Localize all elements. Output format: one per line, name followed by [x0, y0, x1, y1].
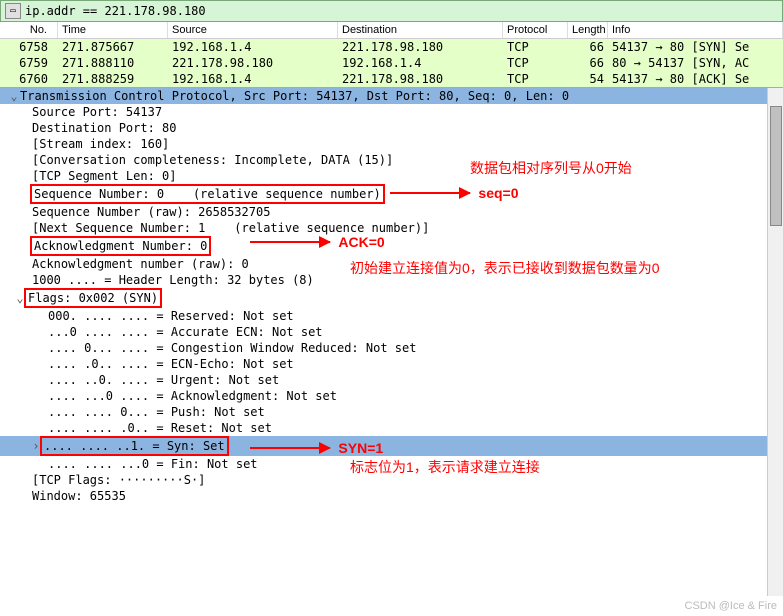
col-length[interactable]: Length [568, 22, 608, 38]
watermark: CSDN @Ice & Fire [685, 600, 777, 612]
packet-list: No. Time Source Destination Protocol Len… [0, 22, 783, 88]
col-time[interactable]: Time [58, 22, 168, 38]
col-info[interactable]: Info [608, 22, 783, 38]
col-source[interactable]: Source [168, 22, 338, 38]
field-seglen[interactable]: [TCP Segment Len: 0] [0, 168, 783, 184]
packet-row[interactable]: 6759 271.888110 221.178.98.180 192.168.1… [0, 55, 783, 71]
field-dstport[interactable]: Destination Port: 80 [0, 120, 783, 136]
bookmark-icon[interactable]: ▭ [5, 3, 21, 19]
annotation-ack-note: 初始建立连接值为0，表示已接收到数据包数量为0 [350, 258, 660, 278]
packet-row[interactable]: 6760 271.888259 192.168.1.4 221.178.98.1… [0, 71, 783, 87]
packet-details[interactable]: ⌄Transmission Control Protocol, Src Port… [0, 88, 783, 596]
col-no[interactable]: No. [0, 22, 58, 38]
packet-list-header: No. Time Source Destination Protocol Len… [0, 22, 783, 39]
filter-bar: ▭ ip.addr == 221.178.98.180 [0, 0, 783, 22]
flag-cwr[interactable]: .... 0... .... = Congestion Window Reduc… [0, 340, 783, 356]
packet-row[interactable]: 6758 271.875667 192.168.1.4 221.178.98.1… [0, 39, 783, 55]
flags-highlight: Flags: 0x002 (SYN) [24, 288, 162, 308]
scrollbar-thumb[interactable] [770, 106, 782, 226]
flag-ack[interactable]: .... ...0 .... = Acknowledgment: Not set [0, 388, 783, 404]
col-destination[interactable]: Destination [338, 22, 503, 38]
flag-ece[interactable]: .... .0.. .... = ECN-Echo: Not set [0, 356, 783, 372]
flag-reserved[interactable]: 000. .... .... = Reserved: Not set [0, 308, 783, 324]
annotation-ack-arrow: ACK=0 [250, 234, 385, 250]
annotation-seq-note: 数据包相对序列号从0开始 [470, 158, 632, 178]
field-flags[interactable]: ⌄Flags: 0x002 (SYN) [0, 288, 783, 308]
flag-urg[interactable]: .... ..0. .... = Urgent: Not set [0, 372, 783, 388]
syn-highlight: .... .... ..1. = Syn: Set [40, 436, 229, 456]
field-window[interactable]: Window: 65535 [0, 488, 783, 504]
expand-icon[interactable]: ⌄ [8, 88, 20, 104]
flag-psh[interactable]: .... .... 0... = Push: Not set [0, 404, 783, 420]
flag-syn[interactable]: ›.... .... ..1. = Syn: Set [0, 436, 783, 456]
filter-input[interactable]: ip.addr == 221.178.98.180 [25, 4, 206, 18]
scrollbar[interactable] [767, 88, 783, 596]
col-protocol[interactable]: Protocol [503, 22, 568, 38]
field-conv[interactable]: [Conversation completeness: Incomplete, … [0, 152, 783, 168]
ack-highlight: Acknowledgment Number: 0 [30, 236, 211, 256]
seq-highlight: Sequence Number: 0 (relative sequence nu… [30, 184, 385, 204]
flag-rst[interactable]: .... .... .0.. = Reset: Not set [0, 420, 783, 436]
field-nextseq[interactable]: [Next Sequence Number: 1 (relative seque… [0, 220, 783, 236]
field-stream[interactable]: [Stream index: 160] [0, 136, 783, 152]
flag-ae[interactable]: ...0 .... .... = Accurate ECN: Not set [0, 324, 783, 340]
field-srcport[interactable]: Source Port: 54137 [0, 104, 783, 120]
field-acknum[interactable]: Acknowledgment Number: 0 [0, 236, 783, 256]
field-seqraw[interactable]: Sequence Number (raw): 2658532705 [0, 204, 783, 220]
protocol-header[interactable]: ⌄Transmission Control Protocol, Src Port… [0, 88, 783, 104]
annotation-syn-note: 标志位为1，表示请求建立连接 [350, 457, 540, 477]
annotation-seq-arrow: seq=0 [390, 185, 519, 201]
annotation-syn-arrow: SYN=1 [250, 440, 383, 456]
